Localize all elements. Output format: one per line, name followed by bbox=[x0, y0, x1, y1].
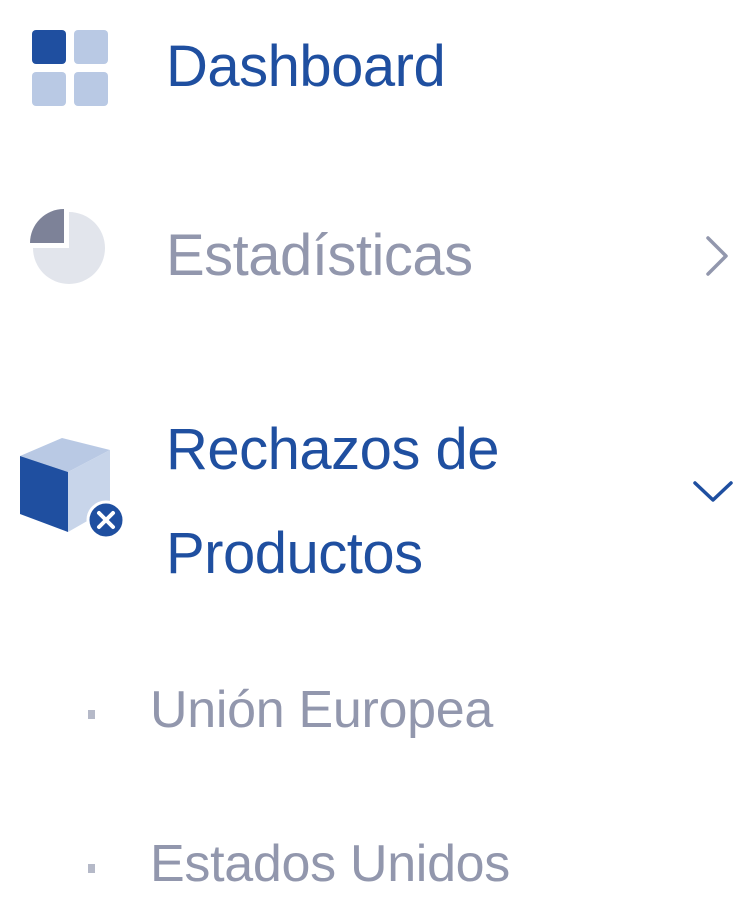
bullet-icon bbox=[88, 710, 95, 719]
submenu-item-union-europea[interactable]: Unión Europea bbox=[0, 678, 743, 748]
sidebar-menu: Dashboard Estadísticas Rechazos de Produ… bbox=[0, 0, 743, 893]
chevron-right-icon bbox=[706, 236, 728, 276]
submenu-item-estados-unidos[interactable]: Estados Unidos bbox=[0, 835, 743, 910]
chevron-down-icon bbox=[693, 481, 733, 502]
sidebar-item-label: Rechazos de Productos bbox=[166, 417, 500, 586]
rejected-box-icon bbox=[20, 438, 126, 540]
submenu-item-label: Unión Europea bbox=[150, 681, 494, 739]
pie-chart-icon bbox=[30, 209, 105, 284]
sidebar-item-label: Estadísticas bbox=[166, 223, 473, 288]
bullet-icon bbox=[88, 864, 95, 873]
sidebar-item-dashboard[interactable]: Dashboard bbox=[0, 20, 743, 120]
sidebar-item-label: Dashboard bbox=[166, 34, 446, 99]
sidebar-item-rechazos-de-productos[interactable]: Rechazos de Productos bbox=[0, 398, 743, 598]
submenu-item-label: Estados Unidos bbox=[150, 835, 511, 893]
sidebar-item-estadisticas[interactable]: Estadísticas bbox=[0, 205, 743, 305]
dashboard-grid-icon bbox=[32, 30, 108, 106]
